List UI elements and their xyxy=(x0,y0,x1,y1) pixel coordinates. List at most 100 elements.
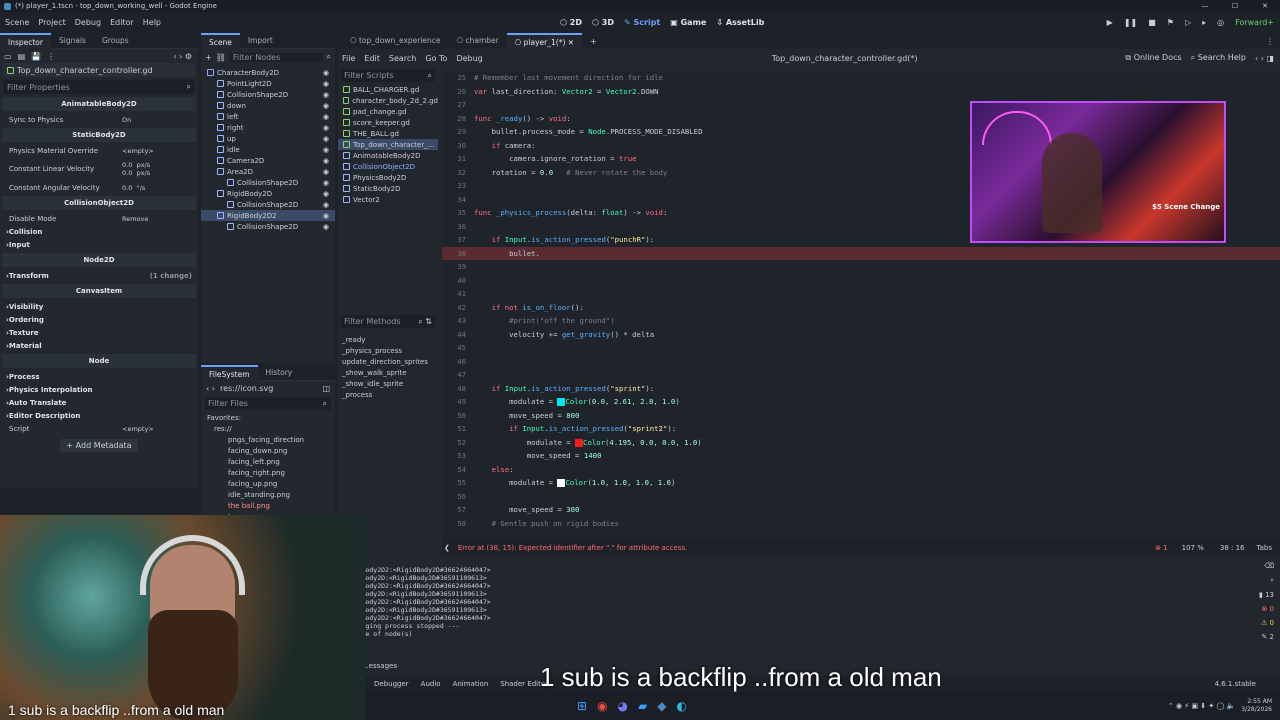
inspector-object-selector[interactable]: Top_down_character_controller.gd xyxy=(3,63,195,77)
workspace-game[interactable]: ▣ Game xyxy=(670,18,706,27)
tab-signals[interactable]: Signals xyxy=(51,33,94,49)
visibility-icon[interactable]: ◉ xyxy=(323,146,329,154)
script-menu-edit[interactable]: Edit xyxy=(364,54,380,63)
scene-tree-node[interactable]: CollisionShape2D ◉ xyxy=(201,177,335,188)
inspector-category[interactable]: › Auto Translate xyxy=(0,396,198,409)
load-resource-icon[interactable]: ▤ xyxy=(18,52,26,61)
script-list-item[interactable]: BALL_CHARGER.gd xyxy=(338,84,438,95)
filter-scripts-input[interactable]: Filter Scripts ⌕ xyxy=(341,69,435,82)
code-line[interactable]: 44 velocity += get_gravity() * delta xyxy=(442,328,1280,342)
scene-tree-node[interactable]: CollisionShape2D ◉ xyxy=(201,221,335,232)
method-list-item[interactable]: _show_walk_sprite xyxy=(342,367,438,378)
code-line[interactable]: 54 else: xyxy=(442,463,1280,477)
property-value[interactable]: <empty> xyxy=(122,147,154,155)
scene-tree-node[interactable]: up ◉ xyxy=(201,133,335,144)
code-line[interactable]: 57 move_speed = 300 xyxy=(442,503,1280,517)
workspace-assetlib[interactable]: ⇩ AssetLib xyxy=(716,18,764,27)
scene-tree-node[interactable]: idle ◉ xyxy=(201,144,335,155)
inspector-property[interactable]: Physics Material Override <empty> xyxy=(0,144,198,157)
add-tab-icon[interactable]: + xyxy=(590,37,597,46)
error-message[interactable]: Error at (38, 15): Expected identifier a… xyxy=(458,544,687,552)
new-resource-icon[interactable]: ▭ xyxy=(4,52,12,61)
inspector-category[interactable]: › Editor Description xyxy=(0,409,198,422)
visibility-icon[interactable]: ◉ xyxy=(323,124,329,132)
filter-methods-input[interactable]: Filter Methods ⌕ ⇅ xyxy=(341,315,435,328)
collapse-icon[interactable]: ❮ xyxy=(444,544,450,552)
script-list-item[interactable]: AnimatableBody2D xyxy=(338,150,438,161)
back-icon[interactable]: ‹ › xyxy=(206,384,215,393)
inspector-category[interactable]: › Texture xyxy=(0,326,198,339)
property-value[interactable]: 0.0 °/s xyxy=(122,184,145,192)
minimize-button[interactable]: — xyxy=(1190,2,1220,10)
script-list-item[interactable]: PhysicsBody2D xyxy=(338,172,438,183)
filesystem-item[interactable]: facing_up.png xyxy=(201,478,335,489)
tab-debugger[interactable]: Debugger xyxy=(374,680,409,688)
discord-icon[interactable]: ◕ xyxy=(618,699,628,713)
script-menu-goto[interactable]: Go To xyxy=(425,54,447,63)
code-line[interactable]: 47 xyxy=(442,368,1280,382)
menu-project[interactable]: Project xyxy=(38,18,65,27)
tab-groups[interactable]: Groups xyxy=(94,33,137,49)
workspace-script[interactable]: ✎ Script xyxy=(624,18,660,27)
visibility-icon[interactable]: ◉ xyxy=(323,91,329,99)
history-icon[interactable]: ‹ › ⚙ xyxy=(173,52,192,61)
visibility-icon[interactable]: ◉ xyxy=(323,223,329,231)
inspector-section[interactable]: StaticBody2D xyxy=(2,128,196,142)
log-count[interactable]: ▮ 13 xyxy=(1259,591,1274,599)
property-value[interactable]: 0.0 px/s 0.0 px/s xyxy=(122,161,150,177)
scene-tree-node[interactable]: RigidBody2D2 ◉ xyxy=(201,210,335,221)
visibility-icon[interactable]: ◉ xyxy=(323,80,329,88)
close-button[interactable]: ✕ xyxy=(1250,2,1280,10)
script-list-item[interactable]: CollisionObject2D xyxy=(338,161,438,172)
code-line[interactable]: 53 move_speed = 1400 xyxy=(442,449,1280,463)
visibility-icon[interactable]: ◉ xyxy=(323,135,329,143)
visibility-icon[interactable]: ◉ xyxy=(323,212,329,220)
error-filter[interactable]: ⊗ 0 xyxy=(1261,605,1274,613)
renderer-select[interactable]: Forward+ xyxy=(1235,18,1274,27)
script-list-item[interactable]: Top_down_character_... xyxy=(338,139,438,150)
scene-tree-node[interactable]: Area2D ◉ xyxy=(201,166,335,177)
code-line[interactable]: 58 # Gentle push on rigid bodies xyxy=(442,517,1280,531)
visibility-icon[interactable]: ◉ xyxy=(323,102,329,110)
filesystem-item[interactable]: res:// xyxy=(201,423,335,434)
link-icon[interactable]: ⛓ xyxy=(216,53,226,62)
chrome-icon[interactable]: ◉ xyxy=(597,699,607,713)
code-line[interactable]: 42 if not is_on_floor(): xyxy=(442,301,1280,315)
add-metadata-button[interactable]: + Add Metadata xyxy=(0,439,198,452)
visibility-icon[interactable]: ◉ xyxy=(323,157,329,165)
godot-taskbar-icon[interactable]: ◆ xyxy=(657,699,666,713)
inspector-section[interactable]: CollisionObject2D xyxy=(2,196,196,210)
tab-inspector[interactable]: Inspector xyxy=(0,32,51,49)
visibility-icon[interactable]: ◉ xyxy=(323,190,329,198)
scene-tree-node[interactable]: left ◉ xyxy=(201,111,335,122)
code-line[interactable]: 25 # Remember last movement direction for… xyxy=(442,71,1280,85)
inspector-property[interactable]: Constant Angular Velocity 0.0 °/s xyxy=(0,181,198,194)
filesystem-item[interactable]: facing_right.png xyxy=(201,467,335,478)
inspector-category[interactable]: › Material xyxy=(0,339,198,352)
inspector-section[interactable]: CanvasItem xyxy=(2,284,196,298)
method-list-item[interactable]: _process xyxy=(342,389,438,400)
method-list-item[interactable]: _physics_process xyxy=(342,345,438,356)
pause-icon[interactable]: ❚❚ xyxy=(1124,18,1137,27)
visibility-icon[interactable]: ◉ xyxy=(323,69,329,77)
search-help-link[interactable]: ⌕ Search Help xyxy=(1191,53,1246,63)
script-list-item[interactable]: THE_BALL.gd xyxy=(338,128,438,139)
code-line[interactable]: 39 xyxy=(442,260,1280,274)
tab-history[interactable]: History xyxy=(258,365,301,381)
tab-filesystem[interactable]: FileSystem xyxy=(201,364,258,381)
tray-icons[interactable]: ⌃ ◉ ⚡ ▣ ⬇ ✦ ◯ 🔈 xyxy=(1168,702,1235,710)
inspector-property[interactable]: Sync to Physics On xyxy=(0,113,198,126)
script-menu-file[interactable]: File xyxy=(342,54,355,63)
scene-tree-node[interactable]: right ◉ xyxy=(201,122,335,133)
inspector-category[interactable]: › Input xyxy=(0,238,198,251)
script-list-item[interactable]: pad_change.gd xyxy=(338,106,438,117)
tab-animation[interactable]: Animation xyxy=(453,680,489,688)
filesystem-item[interactable]: facing_down.png xyxy=(201,445,335,456)
save-resource-icon[interactable]: 💾 xyxy=(31,52,41,61)
script-menu-debug[interactable]: Debug xyxy=(456,54,482,63)
visibility-icon[interactable]: ◉ xyxy=(323,179,329,187)
filesystem-item[interactable]: Favorites: xyxy=(201,412,335,423)
inspector-category[interactable]: › Visibility xyxy=(0,300,198,313)
menu-scene[interactable]: Scene xyxy=(5,18,29,27)
filesystem-item[interactable]: pngs_facing_direction xyxy=(201,434,335,445)
